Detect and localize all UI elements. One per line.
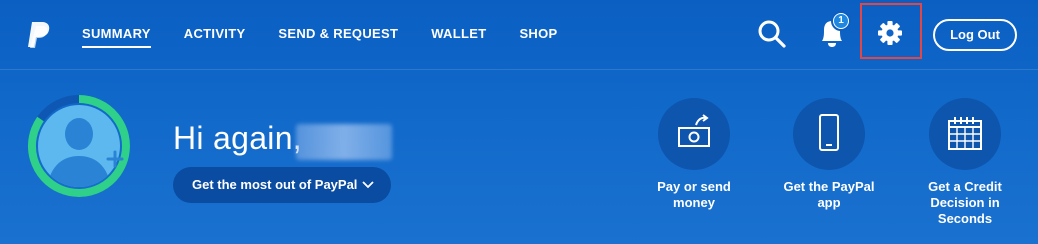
get-most-out-button[interactable]: Get the most out of PayPal	[173, 167, 391, 203]
gear-icon[interactable]	[876, 19, 904, 47]
tab-activity[interactable]: ACTIVITY	[184, 0, 246, 70]
quick-action-circle	[793, 98, 865, 170]
get-most-out-label: Get the most out of PayPal	[192, 177, 358, 192]
label-line: Seconds	[937, 211, 993, 226]
label-line: app	[817, 195, 841, 210]
quick-action-circle	[658, 98, 730, 170]
profile-avatar[interactable]	[27, 94, 131, 198]
paypal-logo[interactable]	[25, 20, 53, 50]
calendar-icon	[948, 117, 982, 150]
logout-button[interactable]: Log Out	[933, 19, 1017, 51]
tab-wallet[interactable]: WALLET	[431, 0, 486, 70]
label-line: Get the PayPal	[783, 179, 875, 194]
quick-action-label: Get the PayPal app	[769, 179, 889, 211]
search-icon[interactable]	[757, 19, 787, 49]
top-nav: SUMMARY ACTIVITY SEND & REQUEST WALLET S…	[0, 0, 1038, 70]
send-money-icon	[678, 114, 710, 147]
label-line: Pay or send	[657, 179, 731, 194]
main-nav: SUMMARY ACTIVITY SEND & REQUEST WALLET S…	[82, 0, 591, 70]
quick-action-label: Pay or send money	[634, 179, 754, 211]
quick-action-pay-send[interactable]: Pay or send money	[634, 98, 754, 211]
label-line: Get a Credit	[928, 179, 1002, 194]
tab-send-request[interactable]: SEND & REQUEST	[278, 0, 398, 70]
quick-action-label: Get a Credit Decision in Seconds	[905, 179, 1025, 227]
quick-action-get-app[interactable]: Get the PayPal app	[769, 98, 889, 211]
phone-icon	[819, 114, 839, 151]
tab-summary[interactable]: SUMMARY	[82, 0, 151, 70]
tab-shop[interactable]: SHOP	[519, 0, 557, 70]
quick-action-credit-decision[interactable]: Get a Credit Decision in Seconds	[905, 98, 1025, 227]
label-line: Decision in	[930, 195, 1000, 210]
notification-count: 1	[834, 14, 848, 28]
quick-action-circle	[929, 98, 1001, 170]
redacted-username	[296, 124, 392, 160]
notification-badge: 1	[831, 11, 851, 31]
chevron-down-icon	[362, 181, 374, 189]
label-line: money	[673, 195, 715, 210]
greeting-text: Hi again,	[173, 120, 302, 156]
